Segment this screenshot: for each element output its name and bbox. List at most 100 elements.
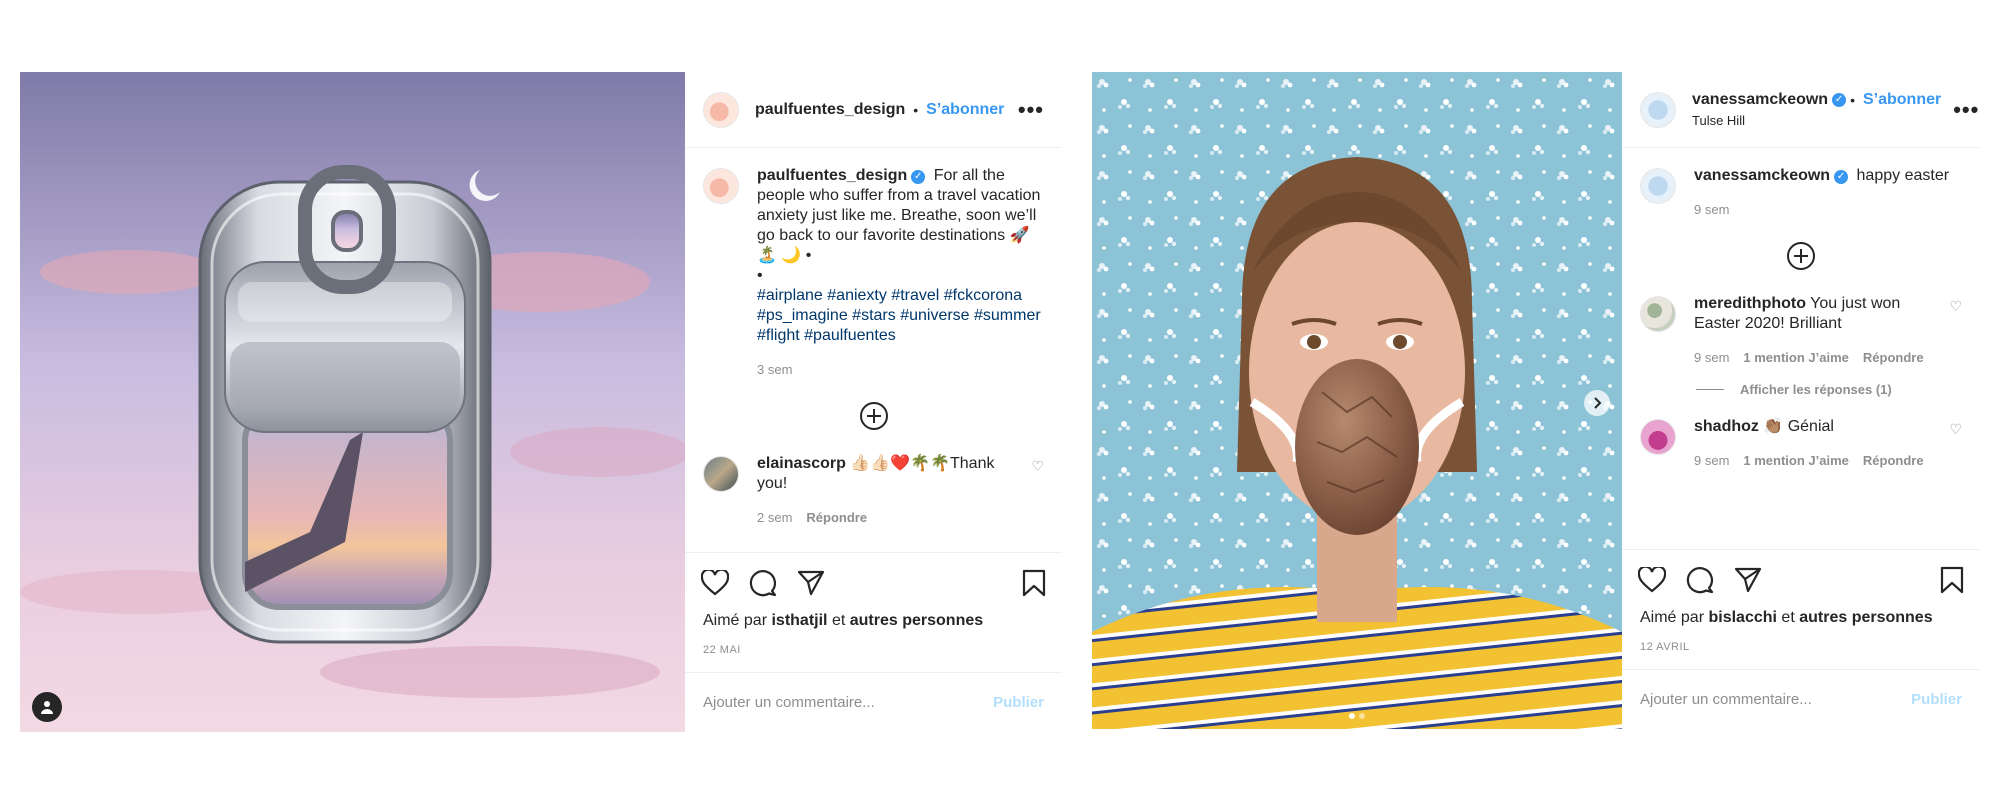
caption-username[interactable]: vanessamckeown bbox=[1694, 167, 1830, 184]
reply-button[interactable]: Répondre bbox=[1863, 451, 1924, 471]
post-actions bbox=[685, 552, 1062, 612]
reply-button[interactable]: Répondre bbox=[806, 508, 867, 528]
verified-badge-icon: ✓ bbox=[1832, 93, 1847, 107]
view-replies-button[interactable]: Afficher les réponses (1) bbox=[1696, 382, 1962, 397]
carousel-dot bbox=[1359, 713, 1365, 719]
avatar[interactable] bbox=[1640, 296, 1676, 332]
post-side-panel: paulfuentes_design • S’abonner ••• paulf… bbox=[685, 72, 1062, 732]
likes-conj: et bbox=[831, 612, 846, 629]
publish-button[interactable]: Publier bbox=[993, 694, 1044, 711]
add-comment-bar: Ajouter un commentaire... Publier bbox=[685, 672, 1062, 732]
comment-like-heart-icon[interactable]: ♡ bbox=[1949, 298, 1962, 315]
likes-prefix: Aimé par bbox=[703, 612, 768, 629]
comment-likes-count[interactable]: 1 mention J’aime bbox=[1743, 348, 1848, 368]
follow-button[interactable]: S’abonner bbox=[926, 101, 1004, 119]
comments-list[interactable]: vanessamckeown ✓ happy easter 9 sem mered… bbox=[1622, 148, 1980, 549]
carousel-indicator bbox=[1349, 713, 1365, 719]
post-header: paulfuentes_design • S’abonner ••• bbox=[685, 72, 1062, 148]
separator-dot: • bbox=[1850, 92, 1855, 108]
view-replies-label: Afficher les réponses (1) bbox=[1740, 382, 1892, 397]
liker-username[interactable]: isthatjil bbox=[771, 612, 827, 629]
more-options-icon[interactable]: ••• bbox=[1953, 98, 1979, 121]
more-options-icon[interactable]: ••• bbox=[1018, 98, 1044, 121]
avatar[interactable] bbox=[1640, 168, 1676, 204]
comment-time[interactable]: 9 sem bbox=[1694, 451, 1729, 471]
save-bookmark-icon[interactable] bbox=[1940, 566, 1964, 594]
post-header: vanessamckeown ✓ • S’abonner Tulse Hill •… bbox=[1622, 72, 1980, 148]
comment-item: shadhoz 👏🏽 Génial 9 sem 1 mention J’aime… bbox=[1640, 417, 1962, 471]
user-info: vanessamckeown ✓ • S’abonner Tulse Hill bbox=[1692, 91, 1941, 128]
save-bookmark-icon[interactable] bbox=[1022, 569, 1046, 597]
separator-dot: • bbox=[913, 101, 919, 118]
publish-button[interactable]: Publier bbox=[1911, 691, 1962, 708]
verified-badge-icon: ✓ bbox=[911, 170, 926, 184]
like-heart-icon[interactable] bbox=[701, 569, 729, 596]
avatar[interactable] bbox=[703, 456, 739, 492]
author-username[interactable]: vanessamckeown bbox=[1692, 91, 1828, 109]
comment-input[interactable]: Ajouter un commentaire... bbox=[1640, 691, 1911, 708]
avatar[interactable] bbox=[703, 168, 739, 204]
egg-mask-photo bbox=[1092, 72, 1622, 729]
add-comment-bar: Ajouter un commentaire... Publier bbox=[1622, 669, 1980, 729]
post-side-panel: vanessamckeown ✓ • S’abonner Tulse Hill •… bbox=[1622, 72, 1980, 729]
user-info: paulfuentes_design • S’abonner bbox=[755, 101, 1006, 119]
liker-username[interactable]: bislacchi bbox=[1708, 609, 1776, 626]
comment-like-heart-icon[interactable]: ♡ bbox=[1031, 458, 1044, 475]
follow-button[interactable]: S’abonner bbox=[1863, 91, 1941, 109]
plus-circle-icon bbox=[859, 402, 888, 430]
other-likers-link[interactable]: autres personnes bbox=[850, 612, 983, 629]
caption-time[interactable]: 3 sem bbox=[757, 360, 792, 380]
comment-item: meredithphoto You just won Easter 2020! … bbox=[1640, 294, 1962, 368]
comment-username[interactable]: meredithphoto bbox=[1694, 295, 1806, 312]
post-date[interactable]: 12 AVRIL bbox=[1622, 627, 1980, 669]
carousel-dot-active bbox=[1349, 713, 1355, 719]
load-more-comments-button[interactable] bbox=[1640, 242, 1962, 270]
comment-bubble-icon[interactable] bbox=[1686, 566, 1714, 594]
comment-likes-count[interactable]: 1 mention J’aime bbox=[1743, 451, 1848, 471]
comment-input[interactable]: Ajouter un commentaire... bbox=[703, 694, 993, 711]
sardine-can-illustration bbox=[20, 72, 685, 732]
likes-conj: et bbox=[1781, 609, 1795, 626]
load-more-comments-button[interactable] bbox=[703, 402, 1044, 430]
post-image-sardine-can-window[interactable] bbox=[20, 72, 685, 732]
verified-badge-icon: ✓ bbox=[1834, 170, 1849, 184]
post-image-egg-mask[interactable] bbox=[1092, 72, 1622, 729]
caption-time[interactable]: 9 sem bbox=[1694, 200, 1729, 220]
caption-username[interactable]: paulfuentes_design bbox=[757, 167, 907, 184]
replies-divider bbox=[1696, 389, 1724, 390]
comment-time[interactable]: 2 sem bbox=[757, 508, 792, 528]
comment-username[interactable]: shadhoz bbox=[1694, 418, 1759, 435]
plus-circle-icon bbox=[1787, 242, 1815, 270]
location-link[interactable]: Tulse Hill bbox=[1692, 113, 1941, 128]
caption: paulfuentes_design ✓ For all the people w… bbox=[703, 166, 1044, 380]
likes-summary: Aimé par isthatjil et autres personnes bbox=[685, 612, 1062, 630]
reply-button[interactable]: Répondre bbox=[1863, 348, 1924, 368]
share-paper-plane-icon[interactable] bbox=[797, 570, 825, 596]
next-image-chevron-right-icon[interactable] bbox=[1584, 390, 1610, 416]
avatar[interactable] bbox=[1640, 419, 1676, 455]
comment-time[interactable]: 9 sem bbox=[1694, 348, 1729, 368]
comments-list[interactable]: paulfuentes_design ✓ For all the people w… bbox=[685, 148, 1062, 552]
like-heart-icon[interactable] bbox=[1638, 566, 1666, 593]
caption-bullet: • bbox=[757, 267, 763, 284]
author-username[interactable]: paulfuentes_design bbox=[755, 101, 905, 119]
comment-like-heart-icon[interactable]: ♡ bbox=[1949, 421, 1962, 438]
tagged-user-icon[interactable] bbox=[32, 692, 62, 722]
post-actions bbox=[1622, 549, 1980, 609]
post-card-2: vanessamckeown ✓ • S’abonner Tulse Hill •… bbox=[1092, 72, 1980, 729]
post-date[interactable]: 22 MAI bbox=[685, 630, 1062, 672]
caption-text: happy easter bbox=[1856, 167, 1950, 184]
caption: vanessamckeown ✓ happy easter 9 sem bbox=[1640, 166, 1962, 220]
comment-item: elainascorp 👍🏻👍🏻❤️🌴🌴Thank you! 2 sem Rép… bbox=[703, 454, 1044, 528]
comment-bubble-icon[interactable] bbox=[749, 569, 777, 597]
post-card-1: paulfuentes_design • S’abonner ••• paulf… bbox=[20, 72, 1062, 732]
avatar[interactable] bbox=[1640, 91, 1676, 128]
other-likers-link[interactable]: autres personnes bbox=[1799, 609, 1932, 626]
caption-hashtags[interactable]: #airplane #aniexty #travel #fckcorona #p… bbox=[757, 287, 1041, 344]
share-paper-plane-icon[interactable] bbox=[1734, 567, 1762, 593]
comment-username[interactable]: elainascorp bbox=[757, 455, 846, 472]
likes-summary: Aimé par bislacchi et autres personnes bbox=[1622, 609, 1980, 627]
likes-prefix: Aimé par bbox=[1640, 609, 1705, 626]
comment-text: 👏🏽 Génial bbox=[1763, 418, 1834, 435]
avatar[interactable] bbox=[703, 91, 739, 128]
